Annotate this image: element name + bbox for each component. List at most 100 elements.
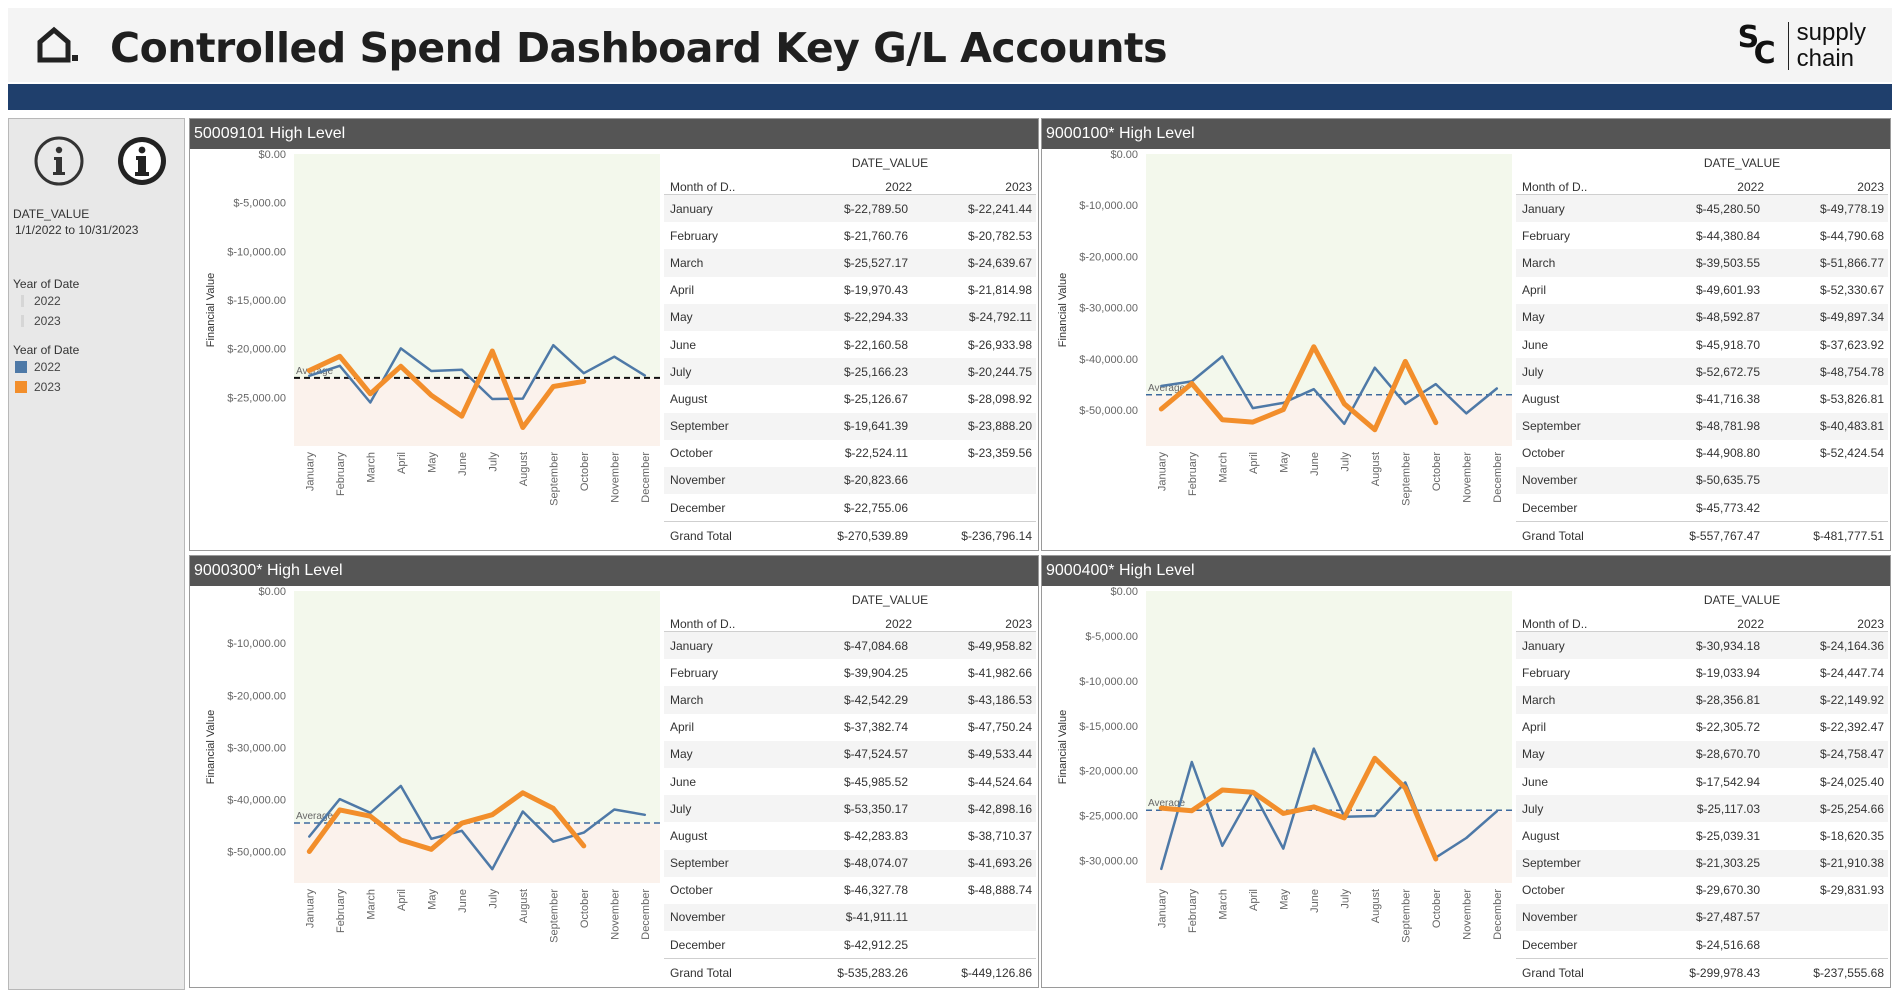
- data-point-2022[interactable]: [611, 354, 617, 360]
- data-point-2023[interactable]: [489, 348, 495, 354]
- table-row[interactable]: February $-21,760.76 $-20,782.53: [664, 222, 1036, 249]
- data-point-2022[interactable]: [1311, 386, 1317, 392]
- table-row[interactable]: August $-25,039.31 $-18,620.35: [1516, 822, 1888, 849]
- data-point-2022[interactable]: [550, 342, 556, 348]
- data-point-2022[interactable]: [459, 828, 465, 834]
- data-point-2022[interactable]: [642, 812, 648, 818]
- data-point-2023[interactable]: [520, 790, 526, 796]
- table-row[interactable]: December $-24,516.68: [1516, 931, 1888, 959]
- year-column-header[interactable]: 2023: [1764, 180, 1884, 194]
- data-point-2023[interactable]: [1158, 805, 1164, 811]
- table-row[interactable]: June $-22,160.58 $-26,933.98: [664, 331, 1036, 358]
- data-point-2023[interactable]: [1433, 856, 1439, 862]
- data-point-2023[interactable]: [1372, 427, 1378, 433]
- year-column-header[interactable]: 2023: [1764, 617, 1884, 631]
- table-row[interactable]: April $-37,382.74 $-47,750.24: [664, 714, 1036, 741]
- table-row[interactable]: July $-25,166.23 $-20,244.75: [664, 358, 1036, 386]
- year-column-header[interactable]: 2022: [1652, 180, 1764, 194]
- data-point-2023[interactable]: [337, 353, 343, 359]
- year-column-header[interactable]: 2023: [912, 180, 1032, 194]
- table-row[interactable]: December $-45,773.42: [1516, 494, 1888, 522]
- table-row[interactable]: January $-22,789.50 $-22,241.44: [664, 195, 1036, 223]
- table-row[interactable]: April $-49,601.93 $-52,330.67: [1516, 277, 1888, 304]
- data-point-2023[interactable]: [1189, 808, 1195, 814]
- table-row[interactable]: April $-19,970.43 $-21,814.98: [664, 277, 1036, 304]
- data-point-2023[interactable]: [1219, 417, 1225, 423]
- date-range-value[interactable]: 1/1/2022 to 10/31/2023: [15, 223, 138, 237]
- grand-total-row[interactable]: Grand Total $-557,767.47 $-481,777.51: [1516, 521, 1888, 550]
- table-row[interactable]: July $-52,672.75 $-48,754.78: [1516, 358, 1888, 386]
- table-row[interactable]: June $-17,542.94 $-24,025.40: [1516, 768, 1888, 795]
- data-point-2022[interactable]: [1372, 365, 1378, 371]
- month-column-header[interactable]: Month of D..: [1516, 617, 1652, 631]
- table-row[interactable]: December $-42,912.25: [664, 931, 1036, 959]
- year-column-header[interactable]: 2023: [912, 617, 1032, 631]
- table-row[interactable]: September $-48,781.98 $-40,483.81: [1516, 412, 1888, 440]
- line-chart-svg[interactable]: Financial Value $0.00 $-5,000.00 $-10,000.0…: [190, 149, 660, 550]
- data-point-2022[interactable]: [1463, 835, 1469, 841]
- line-chart[interactable]: Financial Value $0.00 $-10,000.00 $-20,000.…: [190, 586, 660, 987]
- data-point-2023[interactable]: [398, 363, 404, 369]
- table-row[interactable]: November $-50,635.75: [1516, 466, 1888, 495]
- data-point-2023[interactable]: [1433, 420, 1439, 426]
- data-point-2022[interactable]: [398, 345, 404, 351]
- table-row[interactable]: October $-22,524.11 $-23,359.56: [664, 440, 1036, 467]
- table-row[interactable]: March $-39,503.55 $-51,866.77: [1516, 249, 1888, 277]
- data-point-2022[interactable]: [306, 834, 312, 840]
- table-row[interactable]: December $-22,755.06: [664, 494, 1036, 522]
- data-point-2022[interactable]: [520, 396, 526, 402]
- year-column-header[interactable]: 2022: [1652, 617, 1764, 631]
- table-row[interactable]: May $-48,592.87 $-49,897.34: [1516, 303, 1888, 331]
- month-column-header[interactable]: Month of D..: [1516, 180, 1652, 194]
- data-point-2022[interactable]: [1158, 383, 1164, 389]
- data-point-2023[interactable]: [1189, 380, 1195, 386]
- table-row[interactable]: July $-25,117.03 $-25,254.66: [1516, 795, 1888, 823]
- data-point-2022[interactable]: [1311, 746, 1317, 752]
- data-point-2022[interactable]: [1158, 866, 1164, 872]
- data-point-2023[interactable]: [1250, 419, 1256, 425]
- data-point-2022[interactable]: [428, 368, 434, 374]
- table-row[interactable]: August $-42,283.83 $-38,710.37: [664, 822, 1036, 849]
- data-point-2023[interactable]: [306, 367, 312, 373]
- data-point-2023[interactable]: [367, 391, 373, 397]
- line-chart-svg[interactable]: Financial Value $0.00 $-10,000.00 $-20,000.…: [1042, 149, 1512, 550]
- data-point-2023[interactable]: [1341, 401, 1347, 407]
- month-column-header[interactable]: Month of D..: [664, 180, 800, 194]
- data-point-2022[interactable]: [1494, 385, 1500, 391]
- legend-item-2023[interactable]: 2023: [15, 380, 61, 394]
- data-point-2023[interactable]: [398, 837, 404, 843]
- table-row[interactable]: March $-28,356.81 $-22,149.92: [1516, 686, 1888, 714]
- data-point-2022[interactable]: [1372, 813, 1378, 819]
- data-point-2023[interactable]: [520, 424, 526, 430]
- data-point-2023[interactable]: [367, 813, 373, 819]
- data-point-2023[interactable]: [1280, 407, 1286, 413]
- home-icon[interactable]: [34, 22, 82, 68]
- table-row[interactable]: October $-46,327.78 $-48,888.74: [664, 877, 1036, 904]
- data-point-2023[interactable]: [550, 805, 556, 811]
- data-point-2022[interactable]: [520, 808, 526, 814]
- data-point-2022[interactable]: [1433, 381, 1439, 387]
- data-point-2022[interactable]: [550, 839, 556, 845]
- year-column-header[interactable]: 2022: [800, 617, 912, 631]
- line-chart-svg[interactable]: Financial Value $0.00 $-10,000.00 $-20,000.…: [190, 586, 660, 987]
- data-point-2022[interactable]: [489, 396, 495, 402]
- data-point-2022[interactable]: [1494, 808, 1500, 814]
- table-row[interactable]: February $-39,904.25 $-41,982.66: [664, 659, 1036, 686]
- info-icon[interactable]: [33, 135, 85, 187]
- data-point-2022[interactable]: [1402, 401, 1408, 407]
- data-point-2022[interactable]: [581, 370, 587, 376]
- data-point-2023[interactable]: [459, 413, 465, 419]
- table-row[interactable]: September $-19,641.39 $-23,888.20: [664, 412, 1036, 440]
- data-point-2023[interactable]: [581, 378, 587, 384]
- data-point-2023[interactable]: [1219, 787, 1225, 793]
- table-row[interactable]: July $-53,350.17 $-42,898.16: [664, 795, 1036, 823]
- data-point-2023[interactable]: [337, 807, 343, 813]
- table-row[interactable]: August $-41,716.38 $-53,826.81: [1516, 385, 1888, 412]
- table-row[interactable]: November $-27,487.57: [1516, 903, 1888, 932]
- table-row[interactable]: January $-45,280.50 $-49,778.19: [1516, 195, 1888, 223]
- data-point-2023[interactable]: [1341, 815, 1347, 821]
- year-filter-item-2023[interactable]: 2023: [15, 314, 61, 328]
- grand-total-row[interactable]: Grand Total $-535,283.26 $-449,126.86: [664, 958, 1036, 987]
- data-point-2023[interactable]: [1250, 789, 1256, 795]
- table-row[interactable]: February $-19,033.94 $-24,447.74: [1516, 659, 1888, 686]
